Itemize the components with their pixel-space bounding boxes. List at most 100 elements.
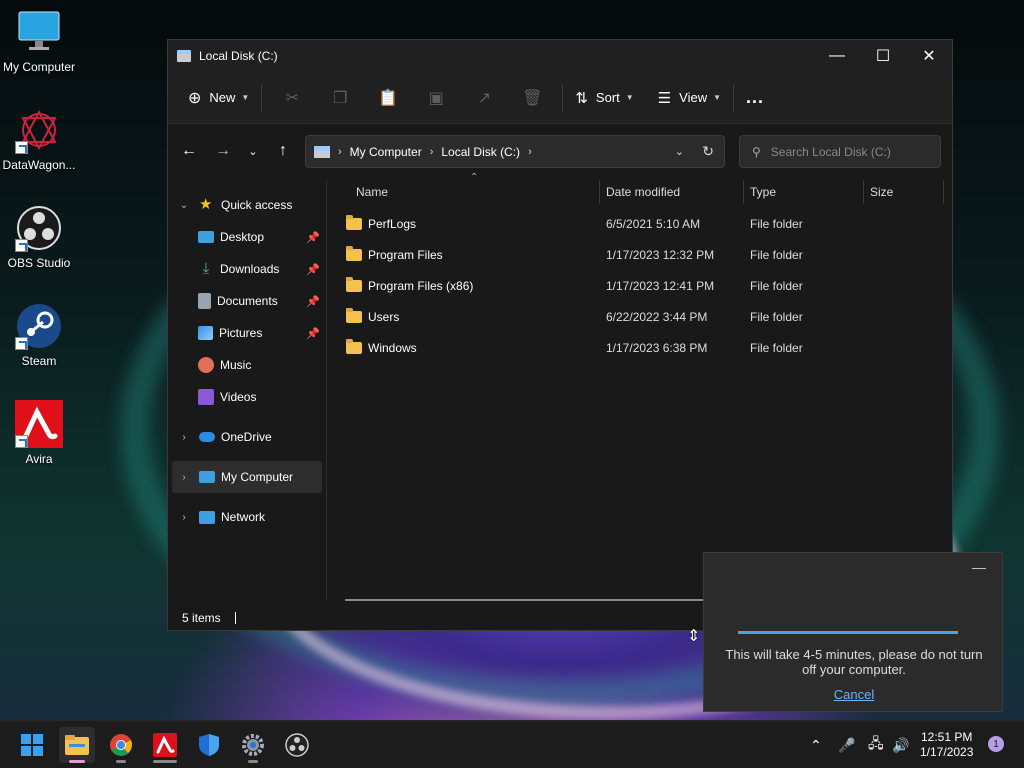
videos-icon [198, 389, 214, 405]
notification-badge[interactable]: 1 [988, 736, 1004, 752]
title-bar[interactable]: Local Disk (C:) — ☐ ✕ [168, 40, 952, 72]
sidebar-item-videos[interactable]: Videos [168, 381, 326, 413]
toolbar-divider [733, 83, 735, 112]
sidebar-item-quick-access[interactable]: ⌄ ★ Quick access [168, 189, 326, 221]
search-input[interactable]: ⚲ Search Local Disk (C:) [739, 135, 941, 168]
notification-message: This will take 4-5 minutes, please do no… [725, 647, 983, 677]
avira-icon [15, 400, 63, 448]
chevron-down-icon[interactable]: ⌄ [177, 200, 191, 211]
chevron-down-icon: ▼ [713, 93, 722, 102]
avira-icon [153, 733, 177, 757]
sidebar-item-documents[interactable]: Documents 📌 [168, 285, 326, 317]
minimize-notification-button[interactable]: — [972, 559, 986, 575]
pin-icon[interactable]: 📌 [306, 327, 320, 340]
new-button[interactable]: ⊕ New ▼ [182, 82, 255, 114]
toolbar-divider [562, 83, 564, 112]
rename-icon[interactable]: ▣ [420, 82, 452, 114]
more-options-button[interactable]: ... [740, 82, 770, 114]
progress-bar [738, 631, 958, 634]
back-button[interactable]: ← [174, 136, 204, 166]
chevron-right-icon[interactable]: › [177, 512, 191, 523]
column-header-size[interactable]: Size [864, 180, 944, 204]
up-button[interactable]: ↑ [268, 136, 298, 166]
running-indicator [116, 760, 126, 763]
chevron-right-icon[interactable]: › [177, 472, 191, 483]
clock-time: 12:51 PM [921, 730, 973, 744]
chevron-right-icon[interactable]: › [177, 432, 191, 443]
running-indicator [153, 760, 177, 763]
sidebar-item-desktop[interactable]: Desktop 📌 [168, 221, 326, 253]
forward-button[interactable]: → [208, 136, 238, 166]
breadcrumb-my-computer[interactable]: My Computer [350, 145, 422, 159]
recent-locations-button[interactable]: ⌄ [238, 136, 268, 166]
pin-icon[interactable]: 📌 [306, 263, 320, 276]
desktop-icon-obs-studio[interactable]: OBS Studio [0, 204, 78, 270]
maximize-button[interactable]: ☐ [860, 40, 906, 72]
search-icon: ⚲ [752, 144, 761, 159]
pin-icon[interactable]: 📌 [306, 295, 320, 308]
refresh-icon[interactable]: ↻ [702, 143, 714, 160]
sort-button[interactable]: ⇅ Sort ▼ [569, 82, 639, 114]
taskbar-windows-security[interactable] [191, 727, 227, 763]
sort-icon: ⇅ [575, 89, 588, 107]
taskbar-avira[interactable] [147, 727, 183, 763]
sidebar-item-pictures[interactable]: Pictures 📌 [168, 317, 326, 349]
view-button[interactable]: ☰ View ▼ [652, 82, 727, 114]
breadcrumb-local-disk[interactable]: Local Disk (C:) [441, 145, 520, 159]
volume-icon[interactable]: 🔊 [892, 721, 909, 768]
window-title: Local Disk (C:) [199, 49, 278, 63]
paste-icon[interactable]: 📋 [372, 82, 404, 114]
folder-icon [346, 276, 362, 292]
desktop-icon-datawagon[interactable]: DataWagon... [0, 106, 78, 172]
clock[interactable]: 12:51 PM 1/17/2023 [920, 730, 973, 760]
desktop-icon-steam[interactable]: Steam [0, 302, 78, 368]
column-header-name[interactable]: Name [338, 180, 600, 204]
close-button[interactable]: ✕ [906, 40, 952, 72]
sidebar-item-my-computer[interactable]: › My Computer [172, 461, 322, 493]
chevron-right-icon: › [338, 145, 342, 158]
minimize-button[interactable]: — [814, 40, 860, 72]
table-row[interactable]: Program Files (x86) 1/17/2023 12:41 PM F… [338, 270, 948, 301]
address-dropdown-icon[interactable]: ⌄ [675, 145, 684, 158]
update-notification: — This will take 4-5 minutes, please do … [703, 552, 1003, 712]
datawagon-icon [15, 106, 63, 154]
taskbar-obs-studio[interactable] [279, 727, 315, 763]
table-row[interactable]: Users 6/22/2022 3:44 PM File folder [338, 301, 948, 332]
show-hidden-icons-button[interactable]: ⌃ [810, 721, 822, 768]
network-status-icon[interactable]: 🖧 [868, 721, 884, 768]
table-row[interactable]: Windows 1/17/2023 6:38 PM File folder [338, 332, 948, 363]
start-button[interactable] [14, 727, 50, 763]
sidebar-item-onedrive[interactable]: › OneDrive [168, 421, 326, 453]
plus-circle-icon: ⊕ [188, 89, 202, 107]
taskbar-chrome[interactable] [103, 727, 139, 763]
pin-icon[interactable]: 📌 [306, 231, 320, 244]
navigation-pane: ⌄ ★ Quick access Desktop 📌 ⤓ Downloads 📌… [168, 180, 326, 600]
shield-icon [199, 734, 219, 756]
table-row[interactable]: PerfLogs 6/5/2021 5:10 AM File folder [338, 208, 948, 239]
cancel-link[interactable]: Cancel [704, 687, 1004, 702]
share-icon[interactable]: ↗ [468, 82, 500, 114]
pane-divider[interactable] [326, 180, 327, 600]
column-headers: ⌃ Name Date modified Type Size [338, 172, 948, 204]
delete-icon[interactable]: 🗑 [516, 82, 548, 114]
table-row[interactable]: Program Files 1/17/2023 12:32 PM File fo… [338, 239, 948, 270]
sidebar-item-downloads[interactable]: ⤓ Downloads 📌 [168, 253, 326, 285]
chevron-down-icon: ▼ [625, 93, 634, 102]
steam-icon [15, 302, 63, 350]
taskbar-settings[interactable] [235, 727, 271, 763]
microphone-icon[interactable]: 🎤 [838, 721, 855, 768]
network-icon [199, 510, 215, 524]
taskbar-file-explorer[interactable] [59, 727, 95, 763]
cut-icon[interactable]: ✂ [276, 82, 308, 114]
chevron-right-icon: › [528, 145, 532, 158]
download-icon: ⤓ [202, 260, 210, 277]
sidebar-item-music[interactable]: Music [168, 349, 326, 381]
copy-icon[interactable]: ❐ [324, 82, 356, 114]
gear-icon [242, 734, 264, 756]
desktop-icon-my-computer[interactable]: My Computer [0, 8, 78, 74]
sidebar-item-network[interactable]: › Network [168, 501, 326, 533]
column-header-date[interactable]: Date modified [600, 180, 744, 204]
desktop-icon-avira[interactable]: Avira [0, 400, 78, 466]
column-header-type[interactable]: Type [744, 180, 864, 204]
address-bar[interactable]: › My Computer › Local Disk (C:) › ⌄ ↻ [305, 135, 725, 168]
